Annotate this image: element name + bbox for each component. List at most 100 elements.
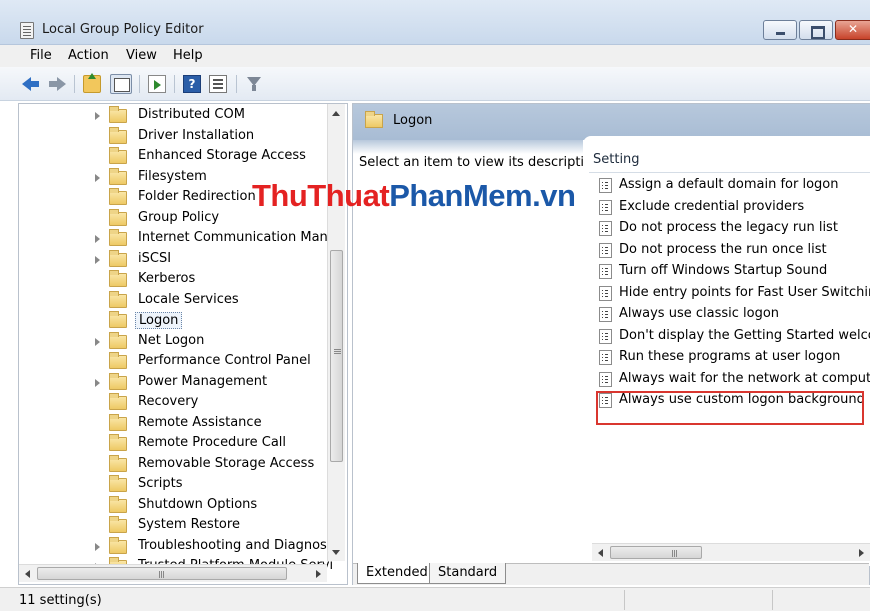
tree-item-label: Remote Assistance xyxy=(138,414,262,430)
tree-item[interactable]: Remote Assistance xyxy=(109,413,339,434)
status-divider xyxy=(772,590,773,610)
tree-item[interactable]: Enhanced Storage Access xyxy=(109,147,339,167)
tree-item[interactable]: Internet Communication Manag xyxy=(95,229,344,249)
menu-action[interactable]: Action xyxy=(68,48,109,63)
column-header-setting[interactable]: Setting xyxy=(593,152,640,167)
tree-item[interactable]: Locale Services xyxy=(109,290,339,311)
tree-vertical-scrollbar[interactable] xyxy=(327,104,345,561)
folder-icon xyxy=(365,111,383,128)
expand-arrow-icon[interactable] xyxy=(95,173,100,182)
folder-icon xyxy=(109,126,127,144)
maximize-button[interactable] xyxy=(799,20,833,40)
tree-item[interactable]: Scripts xyxy=(109,475,339,495)
setting-label: Do not process the legacy run list xyxy=(619,220,838,235)
tree-item[interactable]: Net Logon xyxy=(95,331,339,352)
tree-item[interactable]: System Restore xyxy=(109,516,339,536)
scroll-thumb[interactable] xyxy=(330,250,343,462)
expand-arrow-icon[interactable] xyxy=(95,542,100,551)
setting-label: Always wait for the network at computer … xyxy=(619,370,870,386)
tree-item-label: System Restore xyxy=(138,517,240,532)
folder-icon xyxy=(109,106,127,123)
filter-icon[interactable] xyxy=(245,75,263,93)
details-header: Logon xyxy=(353,104,870,140)
toolbar-separator xyxy=(236,75,237,93)
back-arrow-icon[interactable] xyxy=(22,75,40,93)
scroll-left-arrow-icon[interactable] xyxy=(25,570,30,578)
tree-item[interactable]: Driver Installation xyxy=(109,126,339,147)
scroll-left-arrow-icon[interactable] xyxy=(598,549,603,557)
forward-arrow-icon[interactable] xyxy=(48,75,66,93)
status-bar: 11 setting(s) xyxy=(0,587,870,611)
tree-item[interactable]: Shutdown Options xyxy=(109,495,339,516)
tree-item[interactable]: Troubleshooting and Diagnostic xyxy=(95,536,343,557)
status-text: 11 setting(s) xyxy=(19,593,102,608)
tree-item-label: Scripts xyxy=(138,476,183,491)
scroll-right-arrow-icon[interactable] xyxy=(316,570,321,578)
folder-icon xyxy=(109,167,127,185)
tree-item-label: Driver Installation xyxy=(138,127,255,143)
settings-horizontal-scrollbar[interactable] xyxy=(592,543,870,561)
tree-item[interactable]: Logon xyxy=(109,311,339,331)
policy-setting-icon xyxy=(599,307,612,322)
status-divider xyxy=(624,590,625,610)
folder-icon xyxy=(109,270,127,287)
scroll-thumb[interactable] xyxy=(37,567,287,580)
tree-item-label: Locale Services xyxy=(138,291,239,307)
policy-setting-icon xyxy=(599,285,612,301)
tree-item[interactable]: iSCSI xyxy=(95,249,339,270)
scroll-right-arrow-icon[interactable] xyxy=(859,549,864,557)
menu-file[interactable]: File xyxy=(30,48,52,63)
expand-arrow-icon[interactable] xyxy=(95,378,100,387)
export-list-icon[interactable] xyxy=(148,75,166,93)
tree-item-label: Group Policy xyxy=(138,209,220,225)
show-hide-tree-icon[interactable] xyxy=(110,74,132,94)
expand-arrow-icon[interactable] xyxy=(95,112,100,120)
tree-item-label: Shutdown Options xyxy=(138,496,258,512)
setting-label: Do not process the run once list xyxy=(619,241,827,257)
tree-item[interactable]: Kerberos xyxy=(109,270,339,290)
policy-setting-icon xyxy=(599,350,612,365)
folder-icon xyxy=(109,495,127,513)
menu-help[interactable]: Help xyxy=(173,48,203,63)
setting-label: Exclude credential providers xyxy=(619,198,805,214)
policy-setting-icon xyxy=(599,264,612,279)
up-folder-icon[interactable] xyxy=(83,73,101,93)
window-title: Local Group Policy Editor xyxy=(42,22,204,37)
scroll-down-arrow-icon[interactable] xyxy=(332,550,340,555)
tree-horizontal-scrollbar[interactable] xyxy=(19,564,327,582)
expand-arrow-icon[interactable] xyxy=(95,235,100,243)
details-title: Logon xyxy=(393,113,433,128)
toolbar-separator xyxy=(74,75,75,93)
minimize-button[interactable] xyxy=(763,20,797,40)
policy-setting-icon xyxy=(599,328,612,344)
tree-item-label: Enhanced Storage Access xyxy=(138,148,306,163)
properties-icon[interactable] xyxy=(209,75,227,93)
expand-arrow-icon[interactable] xyxy=(95,255,100,264)
folder-icon xyxy=(109,352,127,369)
expand-arrow-icon[interactable] xyxy=(95,337,100,346)
tree-item-label: Removable Storage Access xyxy=(138,455,315,471)
toolbar: ? xyxy=(0,67,870,101)
tree-item[interactable]: Remote Procedure Call xyxy=(109,434,339,454)
help-icon[interactable]: ? xyxy=(183,75,201,93)
tree-item[interactable]: Recovery xyxy=(109,393,339,413)
tree-item-label: Remote Procedure Call xyxy=(138,435,287,450)
highlight-annotation xyxy=(596,391,864,425)
close-button[interactable] xyxy=(835,20,870,40)
setting-label: Assign a default domain for logon xyxy=(619,177,839,192)
tree-item-label: Folder Redirection xyxy=(138,189,256,204)
folder-icon xyxy=(109,516,127,533)
navigation-tree[interactable]: Distributed COM Driver Installation Enhanc… xyxy=(18,103,348,585)
menu-view[interactable]: View xyxy=(126,48,157,63)
tab-extended[interactable]: Extended xyxy=(357,563,437,584)
tree-item[interactable]: Distributed COM xyxy=(95,106,339,126)
scroll-thumb[interactable] xyxy=(610,546,702,559)
tab-standard[interactable]: Standard xyxy=(429,563,507,584)
tree-item[interactable]: Removable Storage Access xyxy=(109,454,339,475)
tree-item[interactable]: Power Management xyxy=(95,372,339,393)
tree-item[interactable]: Performance Control Panel xyxy=(109,352,339,372)
folder-icon xyxy=(109,454,127,472)
setting-label: Don't display the Getting Started welcom… xyxy=(619,327,870,343)
scroll-up-arrow-icon[interactable] xyxy=(332,111,340,116)
watermark-part-1: ThuThuat xyxy=(252,178,390,213)
